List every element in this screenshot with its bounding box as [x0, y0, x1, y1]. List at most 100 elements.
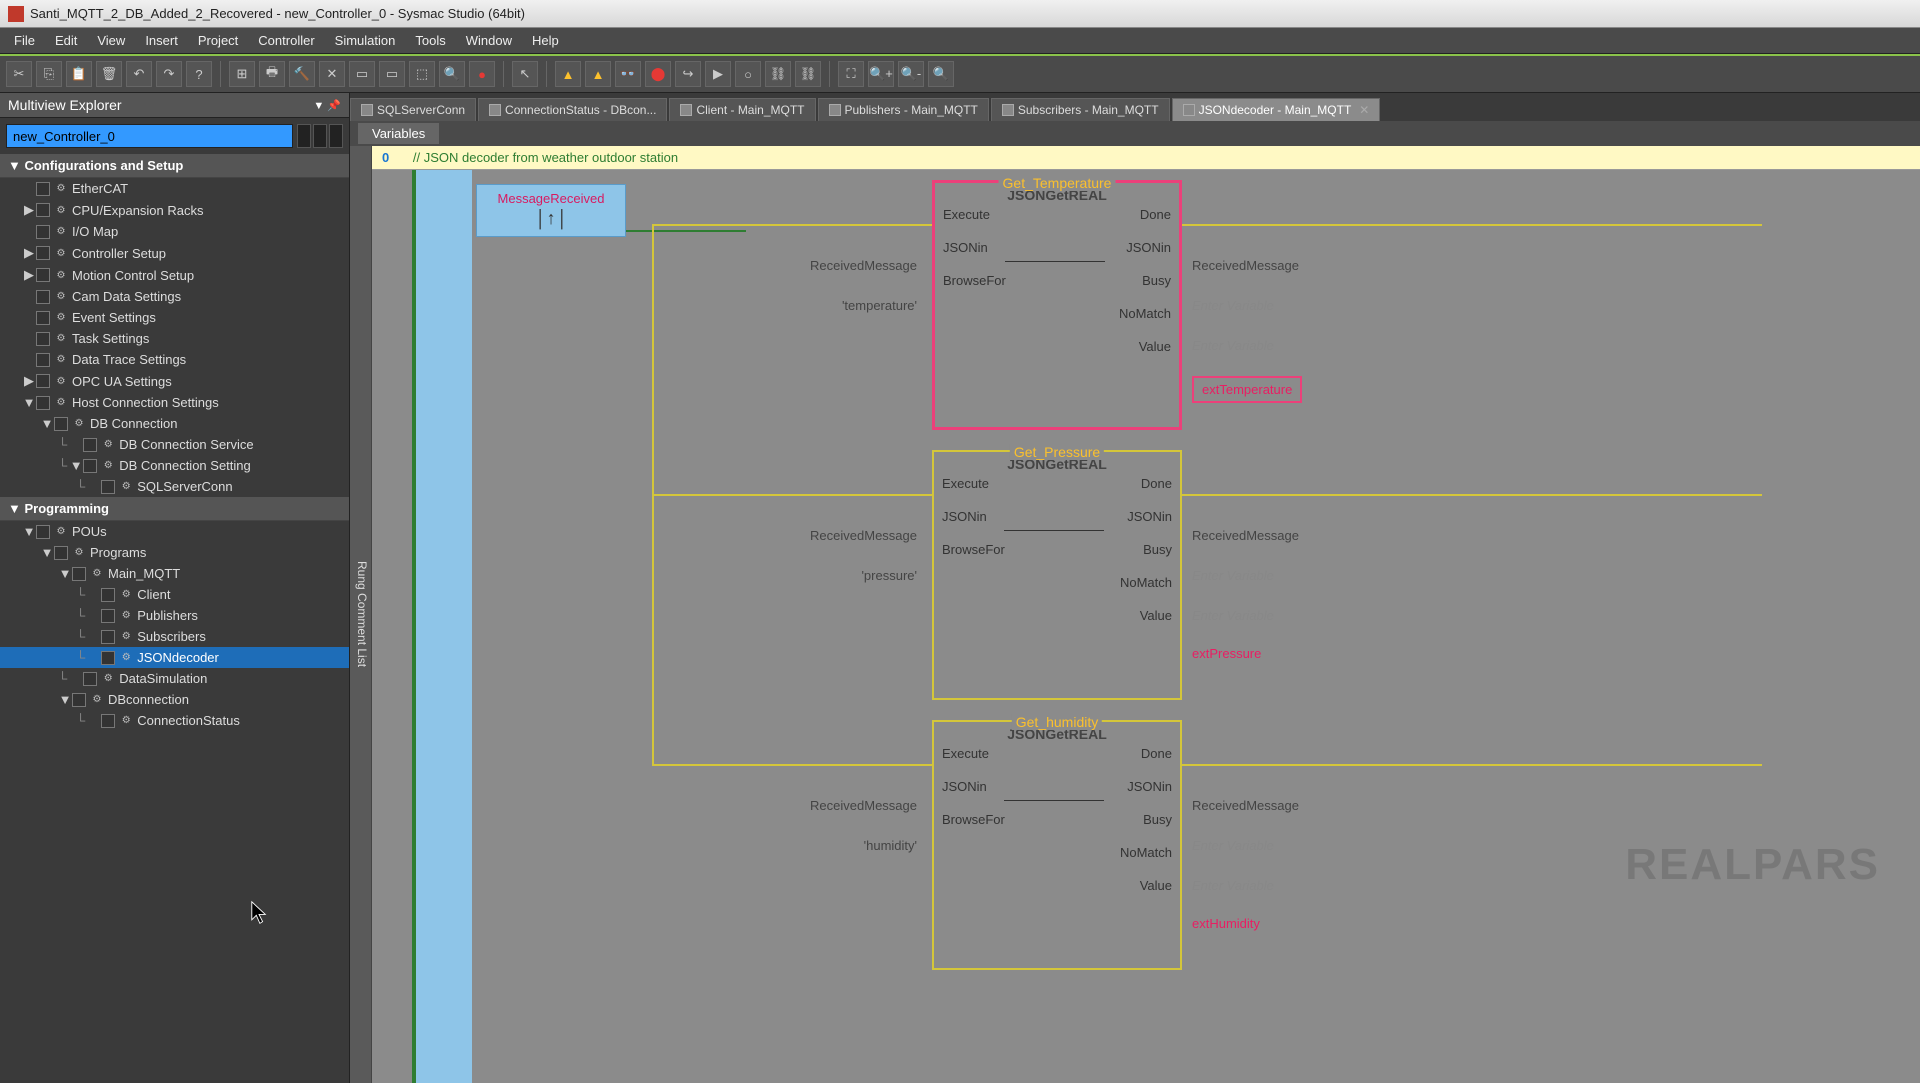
- tool-warn2-icon[interactable]: ▲: [585, 61, 611, 87]
- menu-file[interactable]: File: [4, 30, 45, 51]
- tool-compare-icon[interactable]: ▭: [349, 61, 375, 87]
- output-busy-placeholder[interactable]: Enter Variable: [1192, 298, 1274, 313]
- tree-item-pous[interactable]: ▼⚙POUs: [0, 521, 349, 542]
- tree-section[interactable]: ▼ Configurations and Setup: [0, 154, 349, 178]
- tool-cut-icon[interactable]: ✂: [6, 61, 32, 87]
- tree-item-subscribers[interactable]: └ ⚙Subscribers: [0, 626, 349, 647]
- tree-item-main-mqtt[interactable]: ▼⚙Main_MQTT: [0, 563, 349, 584]
- output-received-message[interactable]: ReceivedMessage: [1192, 798, 1299, 813]
- fb-get-humidity[interactable]: Get_humidityJSONGetREALExecuteJSONinBrow…: [932, 720, 1182, 970]
- ladder-editor[interactable]: 0 // JSON decoder from weather outdoor s…: [372, 146, 1920, 1083]
- menu-insert[interactable]: Insert: [135, 30, 188, 51]
- tab-subscribers-main-mqtt[interactable]: Subscribers - Main_MQTT: [991, 98, 1170, 121]
- tool-delete-icon[interactable]: 🗑: [96, 61, 122, 87]
- output-received-message[interactable]: ReceivedMessage: [1192, 258, 1299, 273]
- tab-connectionstatus-dbcon-[interactable]: ConnectionStatus - DBcon...: [478, 98, 667, 121]
- tool-print-icon[interactable]: 🖶: [259, 61, 285, 87]
- tree-item-db-connection[interactable]: ▼⚙DB Connection: [0, 413, 349, 434]
- tree-item-controller-setup[interactable]: ▶⚙Controller Setup: [0, 242, 349, 264]
- tool-undo-icon[interactable]: ↶: [126, 61, 152, 87]
- tree-item-jsondecoder[interactable]: └ ⚙JSONdecoder: [0, 647, 349, 668]
- menu-controller[interactable]: Controller: [248, 30, 324, 51]
- tool-online-icon[interactable]: ⬚: [409, 61, 435, 87]
- input-browsefor[interactable]: 'temperature': [772, 298, 917, 313]
- tool-rung-icon[interactable]: ⊞: [229, 61, 255, 87]
- tab-jsondecoder-main-mqtt[interactable]: JSONdecoder - Main_MQTT✕: [1172, 98, 1381, 121]
- tool-sync-icon[interactable]: ▭: [379, 61, 405, 87]
- tree-item-data-trace-settings[interactable]: ⚙Data Trace Settings: [0, 349, 349, 370]
- output-value-var[interactable]: extPressure: [1192, 646, 1261, 661]
- output-nomatch-placeholder[interactable]: Enter Variable: [1192, 878, 1274, 893]
- tree-item-db-connection-setting[interactable]: └ ▼⚙DB Connection Setting: [0, 455, 349, 476]
- tool-break-icon[interactable]: ⬤: [645, 61, 671, 87]
- tool-help-icon[interactable]: ?: [186, 61, 212, 87]
- tool-zoom100-icon[interactable]: 🔍: [928, 61, 954, 87]
- tree-item-event-settings[interactable]: ⚙Event Settings: [0, 307, 349, 328]
- menu-tools[interactable]: Tools: [405, 30, 455, 51]
- tree-item-connectionstatus[interactable]: └ ⚙ConnectionStatus: [0, 710, 349, 731]
- tool-link-icon[interactable]: ⛓: [765, 61, 791, 87]
- tab-sqlserverconn[interactable]: SQLServerConn: [350, 98, 476, 121]
- menu-edit[interactable]: Edit: [45, 30, 87, 51]
- subtab-variables[interactable]: Variables: [358, 123, 439, 144]
- fb-get-pressure[interactable]: Get_PressureJSONGetREALExecuteJSONinBrow…: [932, 450, 1182, 700]
- tool-copy-icon[interactable]: ⎘: [36, 61, 62, 87]
- dev-btn-1[interactable]: [297, 124, 311, 148]
- tree-section[interactable]: ▼ Programming: [0, 497, 349, 521]
- tool-build-icon[interactable]: 🔨: [289, 61, 315, 87]
- tree-item-task-settings[interactable]: ⚙Task Settings: [0, 328, 349, 349]
- output-busy-placeholder[interactable]: Enter Variable: [1192, 838, 1274, 853]
- tool-cycle-icon[interactable]: ○: [735, 61, 761, 87]
- tool-find-icon[interactable]: 🔍: [439, 61, 465, 87]
- tree-item-sqlserverconn[interactable]: └ ⚙SQLServerConn: [0, 476, 349, 497]
- menu-view[interactable]: View: [87, 30, 135, 51]
- dev-btn-2[interactable]: [313, 124, 327, 148]
- input-received-message[interactable]: ReceivedMessage: [772, 258, 917, 273]
- tool-fit-icon[interactable]: ⛶: [838, 61, 864, 87]
- tool-paste-icon[interactable]: 📋: [66, 61, 92, 87]
- tool-cursor-icon[interactable]: ↖: [512, 61, 538, 87]
- tool-step-icon[interactable]: ↪: [675, 61, 701, 87]
- tree-item-motion-control-setup[interactable]: ▶⚙Motion Control Setup: [0, 264, 349, 286]
- tool-run-icon[interactable]: ▶: [705, 61, 731, 87]
- menu-help[interactable]: Help: [522, 30, 569, 51]
- menu-project[interactable]: Project: [188, 30, 248, 51]
- close-icon[interactable]: ✕: [1359, 103, 1369, 117]
- tree-item-ethercat[interactable]: ⚙EtherCAT: [0, 178, 349, 199]
- tree-item-client[interactable]: └ ⚙Client: [0, 584, 349, 605]
- tree-item-cam-data-settings[interactable]: ⚙Cam Data Settings: [0, 286, 349, 307]
- tool-stop-icon[interactable]: ●: [469, 61, 495, 87]
- tool-zoomin-icon[interactable]: 🔍+: [868, 61, 894, 87]
- output-received-message[interactable]: ReceivedMessage: [1192, 528, 1299, 543]
- tree-item-host-connection-settings[interactable]: ▼⚙Host Connection Settings: [0, 392, 349, 413]
- project-tree[interactable]: ▼ Configurations and Setup⚙EtherCAT▶⚙CPU…: [0, 154, 349, 1083]
- tree-item-i-o-map[interactable]: ⚙I/O Map: [0, 221, 349, 242]
- tool-watch-icon[interactable]: 👓: [615, 61, 641, 87]
- output-nomatch-placeholder[interactable]: Enter Variable: [1192, 608, 1274, 623]
- input-received-message[interactable]: ReceivedMessage: [772, 798, 917, 813]
- tool-unlink-icon[interactable]: ⛓: [795, 61, 821, 87]
- pin-icon[interactable]: ▼ 📌: [313, 99, 341, 112]
- tree-item-programs[interactable]: ▼⚙Programs: [0, 542, 349, 563]
- tree-item-opc-ua-settings[interactable]: ▶⚙OPC UA Settings: [0, 370, 349, 392]
- tool-warn1-icon[interactable]: ▲: [555, 61, 581, 87]
- output-busy-placeholder[interactable]: Enter Variable: [1192, 568, 1274, 583]
- tool-zoomout-icon[interactable]: 🔍-: [898, 61, 924, 87]
- fb-get-temperature[interactable]: Get_TemperatureJSONGetREALExecuteJSONinB…: [932, 180, 1182, 430]
- rung-comment-list-tab[interactable]: Rung Comment List: [350, 146, 372, 1083]
- dev-btn-3[interactable]: [329, 124, 343, 148]
- tool-redo-icon[interactable]: ↷: [156, 61, 182, 87]
- output-nomatch-placeholder[interactable]: Enter Variable: [1192, 338, 1274, 353]
- menu-window[interactable]: Window: [456, 30, 522, 51]
- tab-publishers-main-mqtt[interactable]: Publishers - Main_MQTT: [818, 98, 989, 121]
- contact-message-received[interactable]: MessageReceived │↑│: [476, 184, 626, 237]
- input-browsefor[interactable]: 'humidity': [772, 838, 917, 853]
- tree-item-cpu-expansion-racks[interactable]: ▶⚙CPU/Expansion Racks: [0, 199, 349, 221]
- tool-cross-icon[interactable]: ✕: [319, 61, 345, 87]
- output-value-var[interactable]: extTemperature: [1192, 376, 1302, 403]
- input-received-message[interactable]: ReceivedMessage: [772, 528, 917, 543]
- tree-item-dbconnection[interactable]: ▼⚙DBconnection: [0, 689, 349, 710]
- output-value-var[interactable]: extHumidity: [1192, 916, 1260, 931]
- tree-item-publishers[interactable]: └ ⚙Publishers: [0, 605, 349, 626]
- tree-item-datasimulation[interactable]: └ ⚙DataSimulation: [0, 668, 349, 689]
